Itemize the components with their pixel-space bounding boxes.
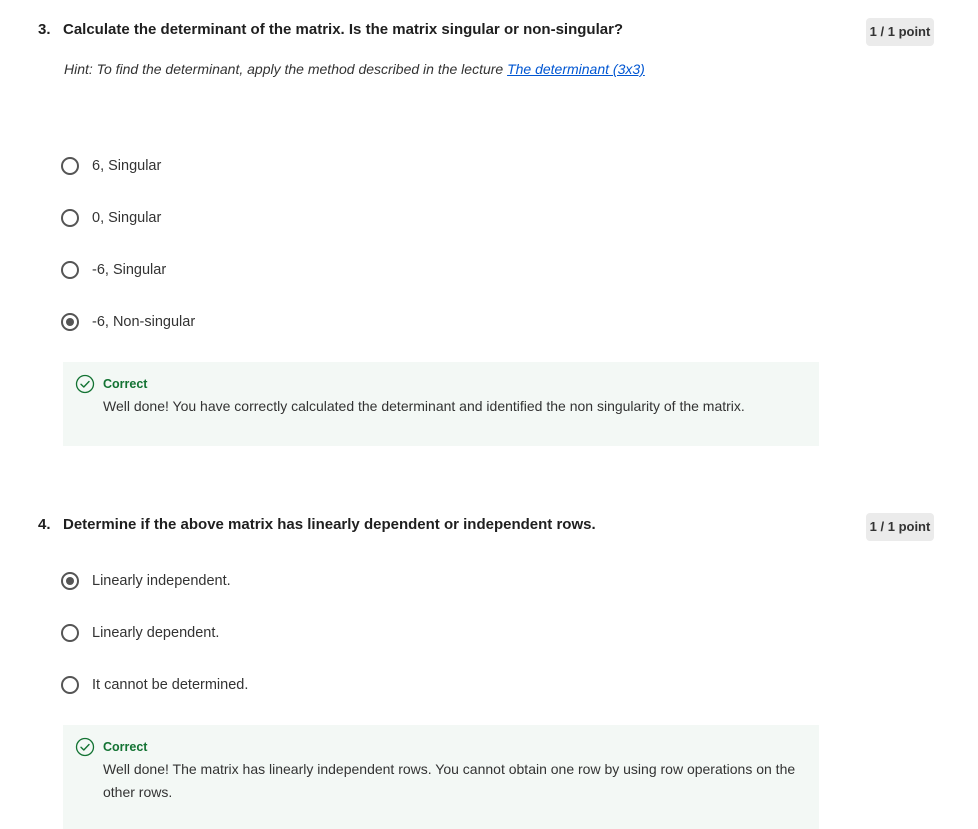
option-label: 6, Singular: [92, 158, 162, 174]
question-text: Calculate the determinant of the matrix.…: [63, 21, 624, 38]
option-linearly-dependent[interactable]: Linearly dependent.: [61, 621, 219, 645]
question-number: 4.: [38, 516, 51, 533]
feedback-message: Well done! The matrix has linearly indep…: [103, 761, 796, 800]
question-number: 3.: [38, 21, 51, 38]
radio-button-selected[interactable]: [61, 572, 79, 590]
radio-button[interactable]: [61, 676, 79, 694]
radio-button[interactable]: [61, 261, 79, 279]
check-circle-icon: [75, 374, 95, 394]
option-label: -6, Singular: [92, 262, 167, 278]
hint-text: Hint: To find the determinant, apply the…: [64, 61, 645, 77]
option-neg6-non-singular[interactable]: -6, Non-singular: [61, 310, 195, 334]
option-label: -6, Non-singular: [92, 314, 196, 330]
feedback-panel: Correct Well done! The matrix has linear…: [63, 725, 819, 829]
points-badge: 1 / 1 point: [866, 18, 934, 46]
radio-button[interactable]: [61, 624, 79, 642]
feedback-status: Correct: [103, 740, 148, 754]
option-label: It cannot be determined.: [92, 677, 249, 693]
option-label: 0, Singular: [92, 210, 162, 226]
option-label: Linearly dependent.: [92, 625, 220, 641]
feedback-status: Correct: [103, 377, 148, 391]
option-linearly-independent[interactable]: Linearly independent.: [61, 569, 231, 593]
check-circle-icon: [75, 737, 95, 757]
radio-button-selected[interactable]: [61, 313, 79, 331]
option-cannot-be-determined[interactable]: It cannot be determined.: [61, 673, 248, 697]
hint-prefix: Hint: To find the determinant, apply the…: [64, 61, 508, 77]
feedback-panel: Correct Well done! You have correctly ca…: [63, 362, 819, 446]
points-badge: 1 / 1 point: [866, 513, 934, 541]
radio-button[interactable]: [61, 209, 79, 227]
radio-button[interactable]: [61, 157, 79, 175]
lecture-link[interactable]: The determinant (3x3): [507, 61, 645, 77]
option-6-singular[interactable]: 6, Singular: [61, 154, 161, 178]
option-neg6-singular[interactable]: -6, Singular: [61, 258, 166, 282]
feedback-message: Well done! You have correctly calculated…: [103, 398, 745, 414]
option-0-singular[interactable]: 0, Singular: [61, 206, 161, 230]
option-label: Linearly independent.: [92, 573, 231, 589]
question-text: Determine if the above matrix has linear…: [63, 516, 596, 533]
